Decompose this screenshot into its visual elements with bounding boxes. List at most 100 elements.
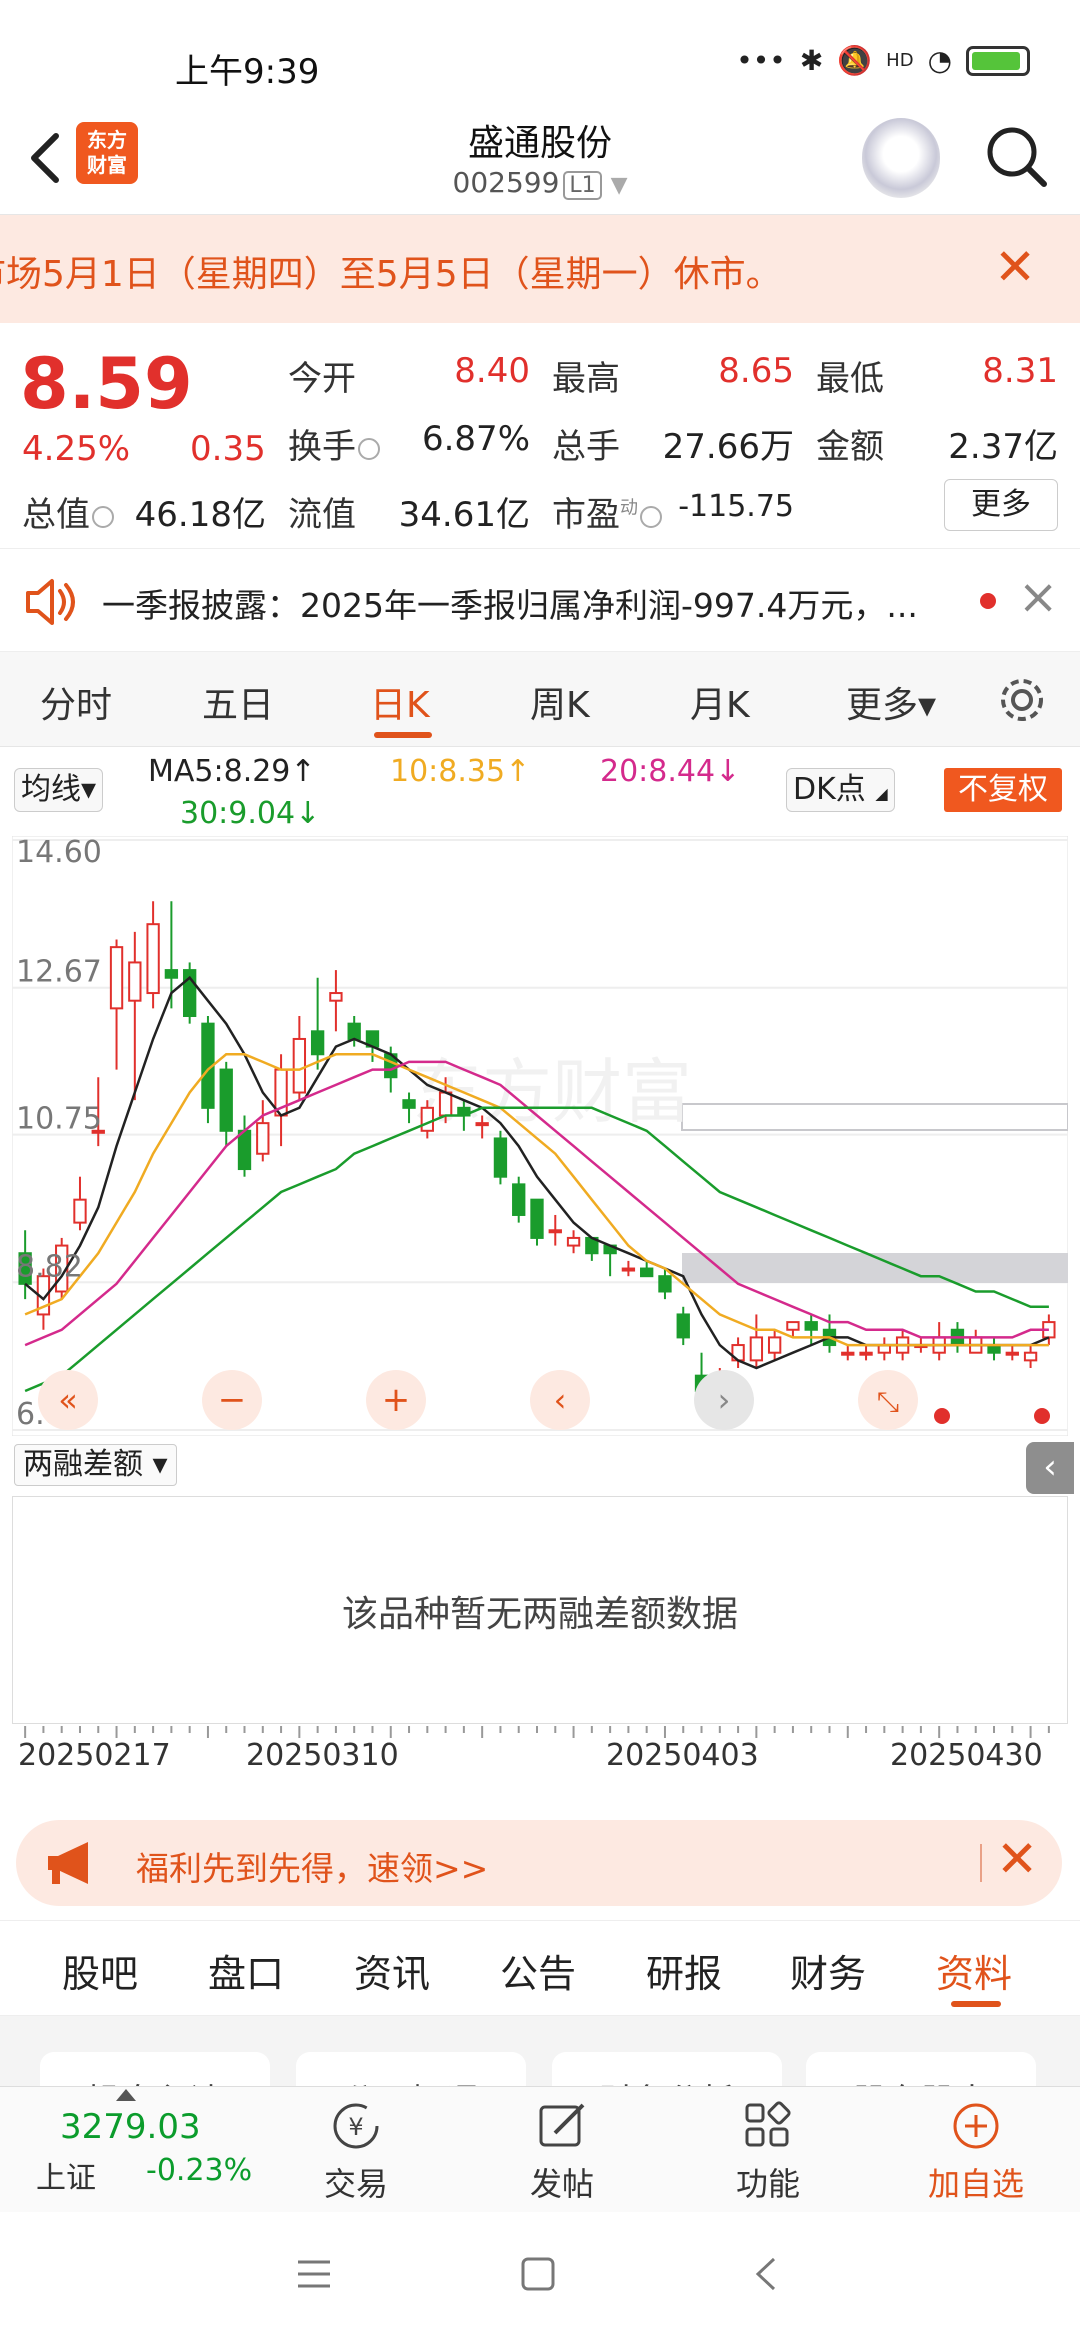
tab-intraday[interactable]: 分时 bbox=[40, 676, 112, 728]
tab-news[interactable]: 资讯 bbox=[354, 1943, 430, 1998]
robot-assistant-icon[interactable] bbox=[862, 118, 940, 198]
zoom-in-button[interactable]: + bbox=[366, 1370, 426, 1430]
tab-profile[interactable]: 资料 bbox=[936, 1943, 1012, 1998]
svg-text:+: + bbox=[382, 1380, 411, 1420]
yen-cycle-icon: ¥ bbox=[333, 2103, 379, 2149]
open-label: 今开 bbox=[288, 359, 356, 399]
tab-active-indicator bbox=[951, 2001, 1001, 2007]
battery-icon bbox=[966, 45, 1030, 76]
date-label: 20250403 bbox=[606, 1738, 759, 1773]
float-cap-label: 流值 bbox=[288, 495, 356, 535]
svg-text:›: › bbox=[718, 1381, 731, 1419]
status-time: 上午9:39 bbox=[175, 52, 320, 92]
settings-gear-icon[interactable] bbox=[996, 674, 1048, 726]
date-label: 20250430 bbox=[890, 1738, 1043, 1773]
index-value[interactable]: 3279.03 bbox=[60, 2107, 201, 2147]
ma-selector[interactable]: 均线▾ bbox=[14, 768, 104, 812]
turnover-label-text: 换手 bbox=[288, 427, 356, 467]
candle bbox=[512, 1176, 526, 1223]
back-icon[interactable] bbox=[752, 2256, 780, 2292]
indicator-selector[interactable]: 两融差额 ▾ bbox=[14, 1444, 177, 1486]
date-label: 20250217 bbox=[18, 1738, 171, 1773]
news-text: 一季报披露：2025年一季报归属净利润-997.4万元，... bbox=[102, 586, 918, 625]
tab-announcements[interactable]: 公告 bbox=[500, 1943, 576, 1998]
tab-daily-k[interactable]: 日K bbox=[370, 676, 430, 728]
tab-more[interactable]: 更多▾ bbox=[846, 676, 936, 728]
tab-monthly-k[interactable]: 月K bbox=[690, 676, 750, 728]
bluetooth-icon: ✱ bbox=[799, 44, 824, 77]
sub-card[interactable]: 公司概况 bbox=[296, 2052, 526, 2086]
ma10-label: 10:8.35↑ bbox=[390, 754, 531, 789]
empty-message: 该品种暂无两融差额数据 bbox=[341, 1594, 738, 1635]
unread-dot bbox=[980, 593, 996, 609]
promo-banner[interactable]: 福利先到先得，速领>> ✕ bbox=[16, 1820, 1062, 1906]
change-percent: 4.25% bbox=[22, 429, 131, 469]
ma30-label: 30:9.04↓ bbox=[180, 796, 321, 831]
functions-label: 功能 bbox=[735, 2165, 800, 2203]
index-percent: -0.23% bbox=[146, 2153, 253, 2188]
ma20-label: 20:8.44↓ bbox=[600, 754, 741, 789]
add-watchlist-button[interactable]: 加自选 bbox=[916, 2099, 1036, 2205]
svg-text:⤡: ⤡ bbox=[877, 1385, 899, 1418]
tab-research[interactable]: 研报 bbox=[646, 1943, 722, 1998]
divider bbox=[980, 1844, 982, 1882]
tab-guba[interactable]: 股吧 bbox=[62, 1943, 138, 1998]
pe-value: -115.75 bbox=[678, 489, 794, 524]
tab-five-day[interactable]: 五日 bbox=[202, 676, 274, 728]
level-badge: L1 bbox=[563, 171, 602, 200]
search-icon[interactable] bbox=[982, 122, 1052, 192]
amount-value: 2.37亿 bbox=[948, 427, 1058, 467]
volume-label: 总手 bbox=[552, 427, 620, 467]
profile-subsections: 操盘必读 公司概况 财务分析 股东股本 bbox=[0, 2016, 1080, 2086]
turnover-value: 6.87% bbox=[421, 419, 530, 459]
bottom-toolbar: 3279.03 上证 -0.23% ¥ 交易 发帖 功能 加自选 bbox=[0, 2086, 1080, 2212]
pe-dynamic-mark: 动 bbox=[620, 497, 638, 519]
zoom-out-button[interactable]: − bbox=[202, 1370, 262, 1430]
close-icon[interactable]: ✕ bbox=[996, 1830, 1038, 1888]
change-amount: 0.35 bbox=[190, 429, 266, 469]
signal-dot bbox=[1034, 1408, 1050, 1424]
content-tabs: 股吧 盘口 资讯 公告 研报 财务 资料 bbox=[0, 1920, 1080, 2016]
sub-card[interactable]: 股东股本 bbox=[806, 2052, 1036, 2086]
index-name: 上证 bbox=[36, 2161, 96, 2196]
menu-icon[interactable] bbox=[296, 2258, 332, 2290]
mute-icon: 🔕 bbox=[837, 44, 873, 77]
adjust-mode-button[interactable]: 不复权 bbox=[944, 768, 1062, 812]
scroll-left-button[interactable]: ‹ bbox=[530, 1370, 590, 1430]
last-price: 8.59 bbox=[20, 343, 193, 425]
pe-label[interactable]: 市盈动 bbox=[552, 487, 662, 536]
edit-icon bbox=[539, 2103, 585, 2147]
notice-text: 市场5月1日（星期四）至5月5日（星期一）休市。 bbox=[0, 254, 782, 295]
sub-card[interactable]: 操盘必读 bbox=[40, 2052, 270, 2086]
candle bbox=[530, 1198, 544, 1246]
sub-card[interactable]: 财务分析 bbox=[552, 2052, 782, 2086]
dk-point-text: DK点 bbox=[793, 772, 866, 807]
candlestick-chart[interactable]: 东方财富 14.6012.6710.758.826.89 « − + ‹ › ⤡ bbox=[12, 836, 1068, 1436]
market-cap-label[interactable]: 总值 bbox=[22, 487, 114, 536]
close-icon[interactable]: ✕ bbox=[994, 237, 1036, 297]
date-label: 20250310 bbox=[246, 1738, 399, 1773]
quote-panel: 8.59 4.25% 0.35 今开 8.40 最高 8.65 最低 8.31 … bbox=[0, 323, 1080, 543]
close-icon[interactable]: × bbox=[1018, 569, 1058, 625]
fullscreen-button[interactable]: ⤡ bbox=[858, 1370, 918, 1430]
tab-weekly-k[interactable]: 周K bbox=[530, 676, 590, 728]
post-button[interactable]: 发帖 bbox=[502, 2099, 622, 2205]
scroll-right-button[interactable]: › bbox=[694, 1370, 754, 1430]
wifi-icon: ◔ bbox=[927, 44, 952, 77]
speaker-icon bbox=[26, 579, 75, 625]
tab-finance[interactable]: 财务 bbox=[790, 1943, 866, 1998]
functions-button[interactable]: 功能 bbox=[708, 2099, 828, 2205]
dk-point-selector[interactable]: DK点 ◢ bbox=[786, 768, 895, 812]
tab-pankou[interactable]: 盘口 bbox=[208, 1943, 284, 1998]
trade-button[interactable]: ¥ 交易 bbox=[296, 2099, 416, 2205]
turnover-label[interactable]: 换手 bbox=[288, 419, 380, 468]
y-tick-label: 8.82 bbox=[16, 1249, 83, 1284]
scroll-left-fast-button[interactable]: « bbox=[38, 1370, 98, 1430]
collapse-panel-icon[interactable]: ‹ bbox=[1026, 1442, 1074, 1494]
pe-label-text: 市盈 bbox=[552, 495, 620, 535]
more-button[interactable]: 更多 bbox=[944, 479, 1058, 531]
ma5-label: MA5:8.29↑ bbox=[148, 754, 316, 789]
news-ticker[interactable]: 一季报披露：2025年一季报归属净利润-997.4万元，... × bbox=[0, 548, 1080, 652]
low-value: 8.31 bbox=[982, 351, 1058, 391]
home-icon[interactable] bbox=[520, 2256, 556, 2292]
